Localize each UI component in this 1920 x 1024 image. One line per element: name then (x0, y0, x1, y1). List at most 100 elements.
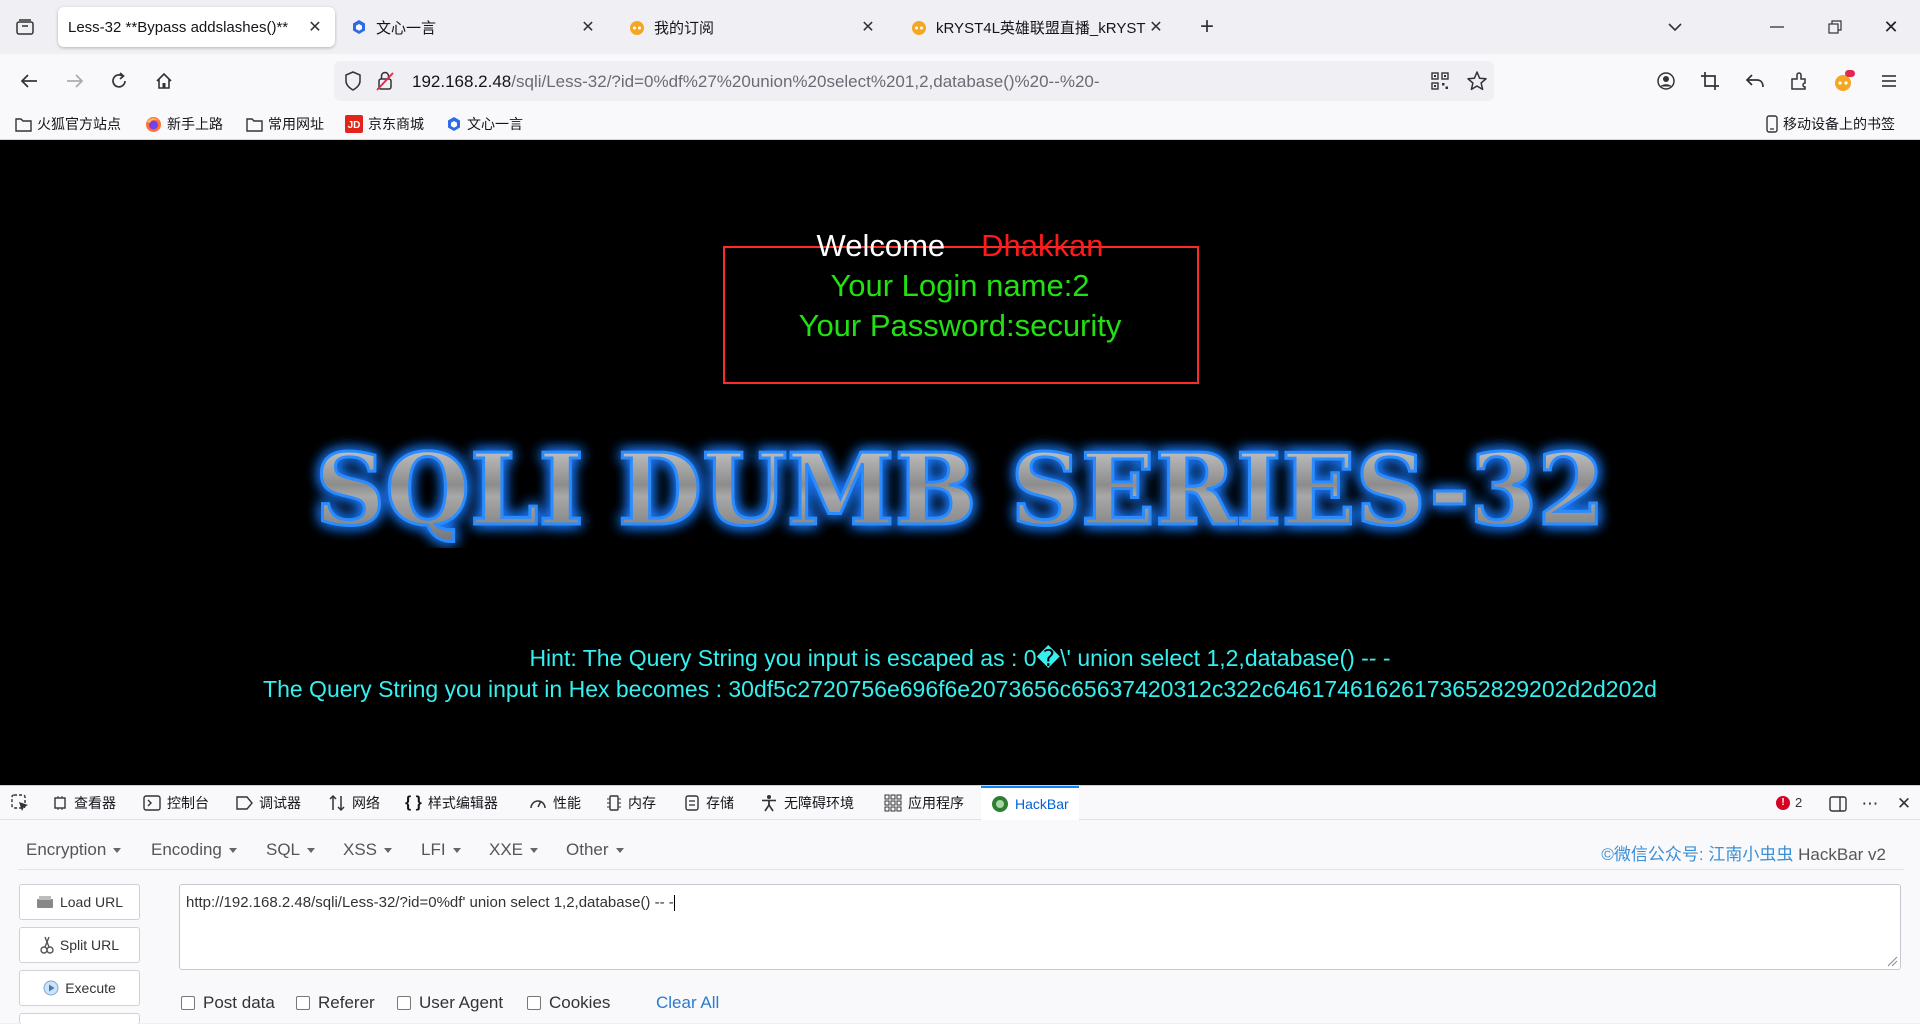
qr-code-icon[interactable] (1430, 71, 1450, 96)
folder-icon (246, 117, 263, 132)
tab-performance[interactable]: 性能 (529, 786, 581, 820)
menu-icon[interactable] (1874, 66, 1904, 96)
text-cursor (673, 895, 675, 912)
tab-subscriptions[interactable]: 我的订阅 ✕ (618, 7, 888, 47)
account-icon[interactable] (1651, 66, 1681, 96)
menu-label: Encoding (151, 840, 222, 859)
tab-hackbar[interactable]: HackBar (981, 786, 1079, 820)
tab-inspector[interactable]: 查看器 (52, 786, 116, 820)
bookmark-getting-started[interactable]: 新手上路 (145, 112, 223, 136)
profile-avatar-icon[interactable] (1829, 66, 1859, 96)
more-options-icon[interactable]: ⋯ (1858, 793, 1882, 815)
checkbox[interactable] (527, 996, 541, 1010)
error-count-badge[interactable]: ! 2 (1776, 795, 1802, 810)
mobile-device-icon (1766, 115, 1778, 133)
home-icon[interactable] (149, 66, 179, 96)
tab-application[interactable]: 应用程序 (884, 786, 964, 820)
referer-checkbox[interactable]: Referer (296, 993, 375, 1013)
tab-title: kRYST4L英雄联盟直播_kRYST4 (936, 19, 1146, 37)
devtools-tabs: 查看器 控制台 调试器 网络 { } 样式编辑器 性能 内存 存储 无障碍环境 应… (0, 786, 1920, 820)
tab-less-32[interactable]: Less-32 **Bypass addslashes()** ✕ (58, 7, 335, 47)
execute-button[interactable]: Execute (19, 970, 140, 1006)
menu-label: SQL (266, 840, 301, 859)
tab-label: 内存 (628, 795, 656, 811)
tab-storage[interactable]: 存储 (684, 786, 734, 820)
checkbox[interactable] (397, 996, 411, 1010)
tab-label: 存储 (706, 795, 734, 811)
forward-icon[interactable] (60, 66, 90, 96)
checkbox-label: Post data (203, 993, 275, 1012)
menu-xxe[interactable]: XXE (489, 840, 539, 860)
bookmark-mobile[interactable]: 移动设备上的书签 (1766, 112, 1895, 136)
menu-encoding[interactable]: Encoding (151, 840, 237, 860)
load-url-button[interactable]: Load URL (19, 884, 140, 920)
close-tab-icon[interactable]: ✕ (858, 17, 878, 37)
user-agent-checkbox[interactable]: User Agent (397, 993, 503, 1013)
bookmarks-toolbar: 火狐官方站点 新手上路 常用网址 JD 京东商城 文心一言 移动设备上的书签 (0, 108, 1920, 140)
close-tab-icon[interactable]: ✕ (305, 17, 325, 37)
menu-label: XXE (489, 840, 524, 859)
close-tab-icon[interactable]: ✕ (1146, 17, 1166, 37)
url-text[interactable]: 192.168.2.48/sqli/Less-32/?id=0%df%27%20… (412, 72, 1100, 92)
tab-accessibility[interactable]: 无障碍环境 (760, 786, 854, 820)
tab-style-editor[interactable]: { } 样式编辑器 (405, 786, 498, 820)
menu-sql[interactable]: SQL (266, 840, 316, 860)
button-label: Execute (65, 980, 116, 996)
menu-xss[interactable]: XSS (343, 840, 393, 860)
tab-memory[interactable]: 内存 (606, 786, 656, 820)
reload-icon[interactable] (104, 66, 134, 96)
back-icon[interactable] (14, 66, 44, 96)
resize-grip-icon[interactable] (1886, 955, 1898, 967)
split-url-button[interactable]: Split URL (19, 927, 140, 963)
close-tab-icon[interactable]: ✕ (578, 17, 598, 37)
dock-side-icon[interactable] (1826, 793, 1850, 815)
bookmark-wenxin[interactable]: 文心一言 (446, 112, 523, 136)
tab-overflow-icon[interactable] (1660, 12, 1690, 42)
bookmark-label: 火狐官方站点 (37, 116, 121, 132)
undo-icon[interactable] (1740, 66, 1770, 96)
hackbar-url-field[interactable]: http://192.168.2.48/sqli/Less-32/?id=0%d… (179, 884, 1901, 970)
hackbar-brand[interactable]: ©微信公众号: 江南小虫虫 HackBar v2 (1601, 840, 1886, 865)
tab-wenxin[interactable]: 文心一言 ✕ (340, 7, 608, 47)
checkbox[interactable] (181, 996, 195, 1010)
bookmark-star-icon[interactable] (1466, 70, 1488, 97)
caret-down-icon (113, 847, 122, 853)
tab-label: HackBar (1015, 796, 1069, 812)
menu-other[interactable]: Other (566, 840, 624, 860)
menu-label: Other (566, 840, 609, 859)
tab-live-stream[interactable]: kRYST4L英雄联盟直播_kRYST4 ✕ (900, 7, 1176, 47)
cookies-checkbox[interactable]: Cookies (527, 993, 610, 1013)
tab-debugger[interactable]: 调试器 (235, 786, 301, 820)
bookmark-jd[interactable]: JD 京东商城 (345, 112, 424, 136)
address-bar[interactable]: 192.168.2.48/sqli/Less-32/?id=0%df%27%20… (334, 61, 1494, 101)
bookmark-label: 新手上路 (167, 116, 223, 132)
tab-console[interactable]: 控制台 (143, 786, 209, 820)
element-picker-icon[interactable] (10, 786, 30, 820)
restore-icon[interactable] (1820, 12, 1850, 42)
tab-title: 我的订阅 (654, 19, 715, 37)
close-devtools-icon[interactable]: ✕ (1892, 793, 1916, 815)
menu-encryption[interactable]: Encryption (26, 840, 122, 860)
checkbox-label: User Agent (419, 993, 504, 1012)
tracking-shield-icon[interactable] (344, 71, 362, 96)
tab-label: 应用程序 (908, 795, 964, 811)
bookmark-firefox-official[interactable]: 火狐官方站点 (15, 112, 121, 136)
bookmark-label: 京东商城 (368, 116, 424, 132)
screenshot-crop-icon[interactable] (1695, 66, 1725, 96)
button-label: Split URL (59, 937, 120, 953)
tab-network[interactable]: 网络 (328, 786, 380, 820)
tab-title: 文心一言 (376, 19, 437, 37)
new-tab-icon[interactable]: + (1192, 12, 1222, 42)
menu-lfi[interactable]: LFI (421, 840, 461, 860)
insecure-lock-icon[interactable] (376, 71, 394, 96)
post-data-checkbox[interactable]: Post data (181, 993, 275, 1013)
close-window-icon[interactable]: ✕ (1876, 12, 1906, 42)
bookmark-common-sites[interactable]: 常用网址 (246, 112, 324, 136)
tab-list-icon[interactable] (12, 14, 38, 40)
checkbox-label: Referer (318, 993, 375, 1012)
checkbox[interactable] (296, 996, 310, 1010)
caret-down-icon (384, 847, 393, 853)
clear-all-link[interactable]: Clear All (656, 993, 719, 1013)
minimize-icon[interactable] (1762, 12, 1792, 42)
extensions-icon[interactable] (1784, 66, 1814, 96)
